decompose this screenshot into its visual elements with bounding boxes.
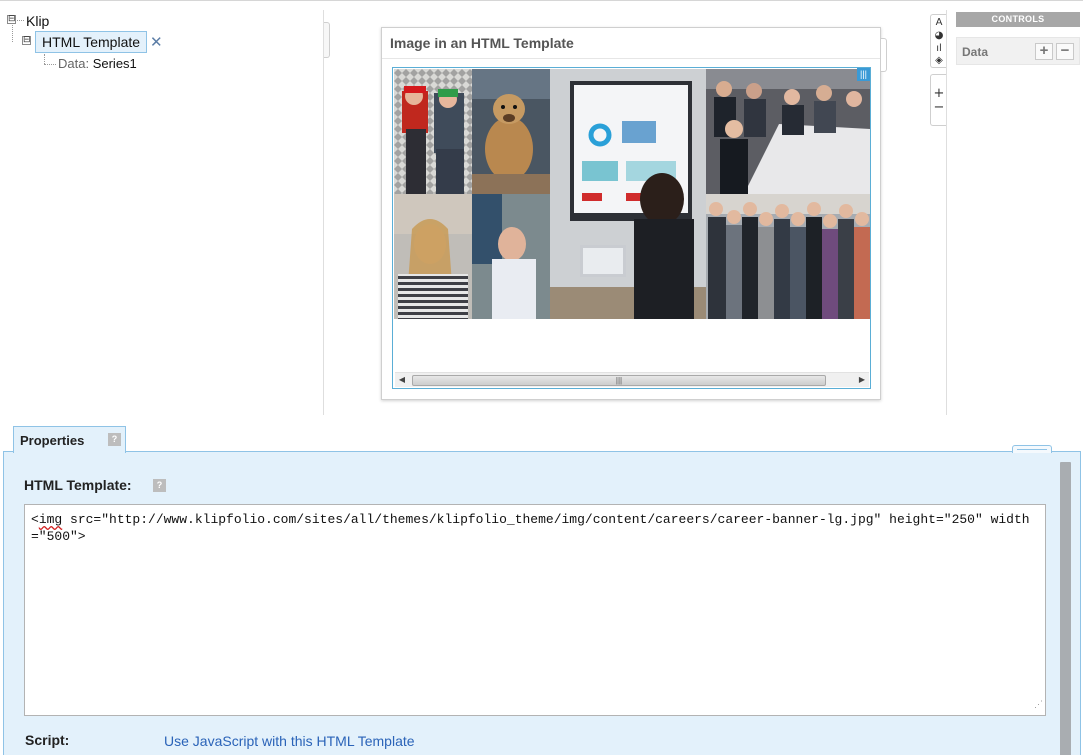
tree-connector	[17, 20, 24, 21]
tree-node-data[interactable]: Data: Series1	[58, 56, 137, 71]
controls-header: CONTROLS	[956, 12, 1080, 27]
paint-format-icon[interactable]: ◈	[933, 56, 945, 66]
properties-vertical-scrollbar[interactable]	[1060, 462, 1071, 755]
tree-connector	[44, 64, 56, 65]
properties-panel: HTML Template: ? <img src="http://www.kl…	[3, 445, 1081, 755]
collapse-toggle-klip[interactable]: ⊟	[7, 15, 16, 24]
klip-preview: Image in an HTML Template ||| ◀ ||| ▶	[381, 27, 887, 400]
right-splitter[interactable]	[946, 10, 947, 415]
preview-resize-handle[interactable]	[881, 38, 887, 72]
collapse-toggle-html-template[interactable]: ⊟	[22, 36, 31, 45]
left-splitter[interactable]	[323, 10, 324, 415]
add-data-button[interactable]: +	[1035, 43, 1053, 60]
template-code-attributes: src="http://www.klipfolio.com/sites/all/…	[31, 512, 1030, 544]
html-template-frame: ||| ◀ ||| ▶	[392, 67, 871, 389]
template-code-prefix: <	[31, 512, 39, 527]
scroll-left-arrow-icon[interactable]: ◀	[395, 373, 409, 387]
component-tree: ⊟ Klip ⊟ HTML Template ✕ Data: Series1	[0, 0, 322, 415]
controls-data-row: Data + −	[956, 37, 1080, 65]
zoom-out-icon[interactable]: −	[933, 101, 945, 114]
preview-title: Image in an HTML Template	[390, 35, 574, 51]
tree-data-series: Series1	[92, 56, 137, 71]
editor-resize-grip-icon[interactable]: ⋰	[1034, 697, 1043, 714]
properties-collapse-handle[interactable]	[1012, 445, 1052, 453]
tree-node-klip[interactable]: Klip	[26, 13, 49, 29]
tree-data-label: Data:	[58, 56, 90, 71]
scroll-thumb[interactable]: |||	[412, 375, 826, 386]
template-code-tag: img	[38, 512, 63, 527]
html-template-help-icon[interactable]: ?	[153, 479, 166, 492]
tree-connector	[12, 25, 13, 42]
html-template-label: HTML Template:	[24, 477, 132, 493]
properties-help-icon[interactable]: ?	[108, 433, 121, 446]
tab-properties-label: Properties	[20, 433, 85, 448]
remove-data-button[interactable]: −	[1056, 43, 1074, 60]
controls-panel: CONTROLS Data + −	[956, 12, 1080, 66]
zoom-in-icon[interactable]: +	[933, 87, 945, 100]
remove-component-icon[interactable]: ✕	[150, 33, 163, 51]
script-label: Script:	[25, 732, 70, 748]
bar-chart-icon[interactable]: ıl	[933, 44, 945, 54]
tree-connector	[44, 54, 45, 64]
scroll-right-arrow-icon[interactable]: ▶	[855, 373, 869, 387]
use-javascript-link[interactable]: Use JavaScript with this HTML Template	[164, 733, 415, 749]
horizontal-scrollbar[interactable]: ◀ ||| ▶	[395, 372, 869, 387]
frame-corner-indicator: |||	[857, 68, 870, 81]
left-splitter-handle[interactable]	[324, 22, 330, 58]
controls-data-label: Data	[962, 45, 989, 59]
html-template-editor[interactable]: <img src="http://www.klipfolio.com/sites…	[24, 504, 1046, 716]
font-format-icon[interactable]: A	[933, 18, 945, 28]
format-toolbar: A ◕ ıl ◈	[930, 14, 946, 68]
zoom-toolbar: + −	[930, 74, 946, 126]
tree-node-html-template[interactable]: HTML Template	[35, 31, 148, 53]
tree-node-html-template-label: HTML Template	[42, 34, 141, 50]
tab-properties[interactable]: Properties ?	[13, 426, 126, 453]
pie-chart-icon[interactable]: ◕	[933, 31, 945, 41]
careers-banner-image	[394, 69, 870, 319]
preview-title-divider	[382, 58, 880, 59]
